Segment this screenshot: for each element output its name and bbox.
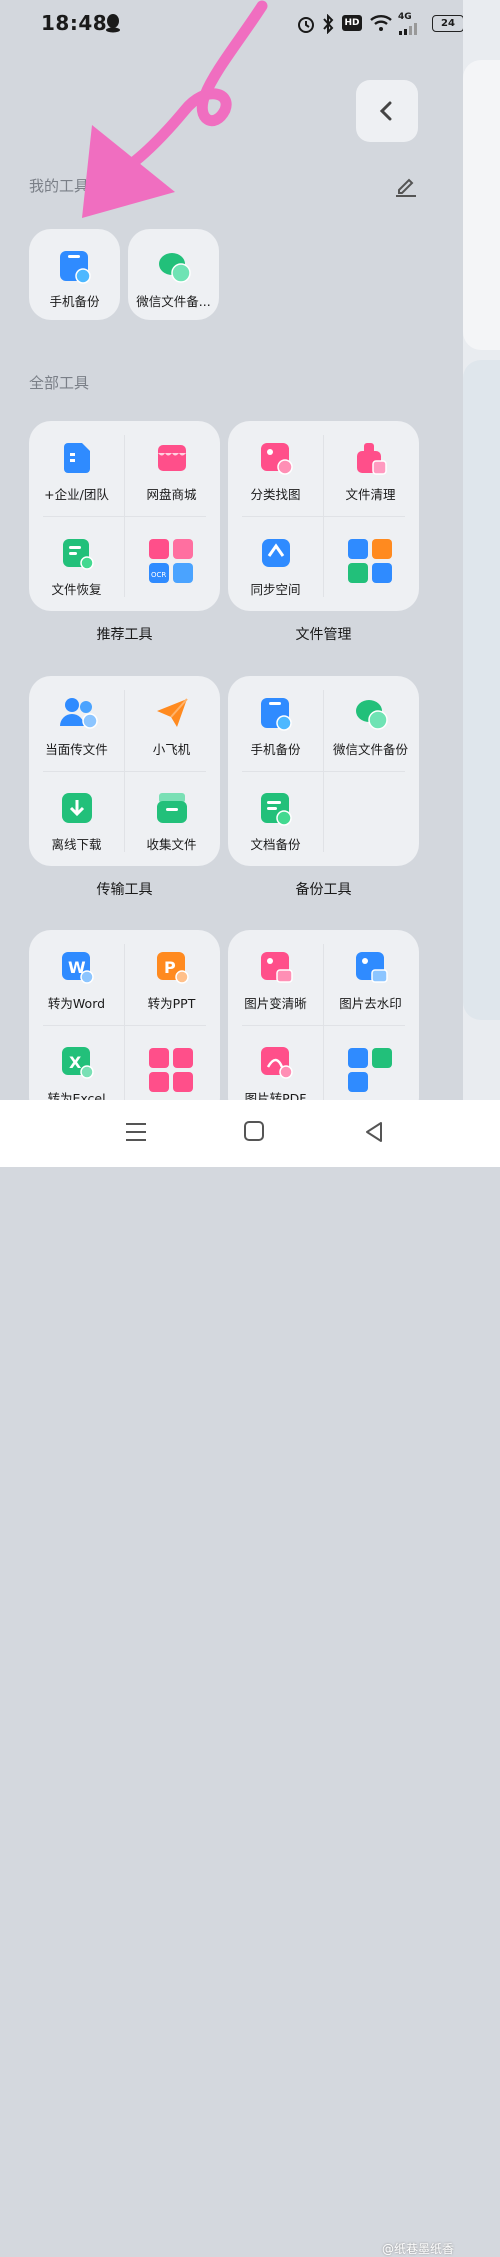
- tool-ppt-convert[interactable]: P 转为PPT: [124, 930, 219, 1025]
- battery-indicator: 24: [432, 15, 464, 32]
- status-time: 18:48: [41, 11, 108, 35]
- more-tools-grid-icon: [345, 536, 397, 592]
- tool-label: 转为PPT: [147, 996, 196, 1011]
- wechat-file-backup-icon: [354, 696, 388, 736]
- sync-space-icon: [259, 536, 293, 574]
- tool-label: 同步空间: [250, 582, 301, 597]
- tool-group-file-management: 分类找图 文件清理 同步空间: [228, 421, 419, 611]
- tools-screen: 18:48 HD 4G 24 我的工具 手机备份 微信文件备... 全部工具 +…: [0, 0, 465, 1120]
- my-tool-phone-backup[interactable]: 手机备份: [29, 229, 120, 320]
- system-nav-bar: @纸巷墨纸香: [0, 1100, 500, 2256]
- alarm-icon: [296, 14, 316, 38]
- file-cleanup-icon: [354, 441, 388, 479]
- offline-download-icon: [60, 791, 94, 829]
- back-button[interactable]: [356, 80, 418, 142]
- tool-label: 网盘商城: [146, 487, 197, 502]
- tool-group-transfer: 当面传文件 小飞机 离线下载 收集文件: [29, 676, 220, 866]
- group-title-recommended: 推荐工具: [96, 627, 153, 643]
- phone-backup-icon: [58, 249, 92, 289]
- all-tools-title: 全部工具: [29, 374, 90, 392]
- collect-files-icon: [155, 791, 189, 829]
- photo-category-icon: [259, 441, 293, 479]
- back-nav-icon[interactable]: [363, 1120, 385, 1148]
- adjacent-page-sliver: [463, 0, 500, 1100]
- tool-sync-space[interactable]: 同步空间: [228, 516, 323, 611]
- netdisk-store-icon: [155, 441, 189, 479]
- tool-photo-category[interactable]: 分类找图: [228, 421, 323, 516]
- phone-backup-icon: [259, 696, 293, 736]
- tool-label: 离线下载: [51, 837, 102, 852]
- tool-file-recovery[interactable]: 文件恢复: [29, 516, 124, 611]
- paper-plane-icon: [155, 696, 189, 734]
- ppt-convert-icon: P: [155, 950, 189, 988]
- group-title-transfer: 传输工具: [96, 882, 153, 898]
- tool-label: 转为Word: [47, 996, 106, 1011]
- document-backup-icon: [259, 791, 293, 831]
- tool-more-grid[interactable]: [323, 516, 418, 611]
- tool-label: 小飞机: [152, 742, 191, 757]
- watermark-text: @纸巷墨纸香: [382, 2242, 455, 2256]
- tool-watermark-remove[interactable]: 图片去水印: [323, 930, 418, 1025]
- more-tools-grid-icon: [146, 1045, 198, 1101]
- tool-face-to-face-transfer[interactable]: 当面传文件: [29, 676, 124, 771]
- chevron-left-icon: [379, 101, 392, 121]
- group-title-file-management: 文件管理: [295, 627, 352, 643]
- tool-image-hd[interactable]: 图片变清晰: [228, 930, 323, 1025]
- tool-document-backup[interactable]: 文档备份: [228, 771, 323, 866]
- tool-wechat-file-backup[interactable]: 微信文件备份: [323, 676, 418, 771]
- tool-label: +企业/团队: [44, 487, 109, 502]
- tool-label: 文件恢复: [51, 582, 102, 597]
- tool-label: 微信文件备份: [332, 742, 408, 757]
- tool-collect-files[interactable]: 收集文件: [124, 771, 219, 866]
- tool-label: 收集文件: [146, 837, 197, 852]
- wifi-icon: [369, 14, 393, 36]
- watermark-remove-icon: [354, 950, 388, 988]
- tool-enterprise-team[interactable]: +企业/团队: [29, 421, 124, 516]
- more-tools-grid-icon: [345, 1045, 397, 1101]
- tool-label: 文档备份: [250, 837, 301, 852]
- my-tool-label: 微信文件备...: [136, 294, 211, 309]
- face-to-face-transfer-icon: [60, 696, 100, 734]
- bluetooth-icon: [321, 13, 335, 38]
- group-title-backup: 备份工具: [295, 882, 352, 898]
- more-tools-grid-icon: OCR: [146, 536, 198, 592]
- svg-text:X: X: [69, 1053, 82, 1072]
- my-tool-wechat-backup[interactable]: 微信文件备...: [128, 229, 219, 320]
- edit-icon[interactable]: [393, 172, 419, 202]
- tool-paper-plane[interactable]: 小飞机: [124, 676, 219, 771]
- qq-icon: [104, 13, 122, 37]
- word-convert-icon: W: [60, 950, 94, 988]
- tool-label: 图片去水印: [339, 996, 402, 1011]
- tool-offline-download[interactable]: 离线下载: [29, 771, 124, 866]
- my-tool-label: 手机备份: [49, 294, 100, 309]
- tool-group-image: 图片变清晰 图片去水印 图片转PDF: [228, 930, 419, 1120]
- svg-text:P: P: [164, 958, 176, 977]
- enterprise-team-icon: [60, 441, 94, 479]
- image-hd-icon: [259, 950, 293, 988]
- wechat-file-backup-icon: [157, 249, 191, 289]
- tool-group-backup: 手机备份 微信文件备份 文档备份: [228, 676, 419, 866]
- home-icon[interactable]: [243, 1120, 265, 1146]
- tool-netdisk-store[interactable]: 网盘商城: [124, 421, 219, 516]
- excel-convert-icon: X: [60, 1045, 94, 1083]
- tool-label: 手机备份: [250, 742, 301, 757]
- tool-phone-backup[interactable]: 手机备份: [228, 676, 323, 771]
- tool-word-convert[interactable]: W 转为Word: [29, 930, 124, 1025]
- signal-icon: [398, 20, 422, 39]
- tool-group-convert: W 转为Word P 转为PPT X 转为Excel: [29, 930, 220, 1120]
- image-to-pdf-icon: [259, 1045, 293, 1083]
- tool-group-recommended: +企业/团队 网盘商城 文件恢复 OCR: [29, 421, 220, 611]
- svg-text:OCR: OCR: [151, 571, 166, 579]
- file-recovery-icon: [60, 536, 94, 574]
- tool-label: 图片变清晰: [244, 996, 307, 1011]
- my-tools-title: 我的工具: [29, 177, 90, 195]
- hd-icon: HD: [342, 15, 362, 31]
- tool-more-grid[interactable]: OCR: [124, 516, 219, 611]
- status-bar: 18:48 HD 4G 24: [0, 0, 500, 50]
- tool-label: 当面传文件: [45, 742, 108, 757]
- tool-label: 文件清理: [345, 487, 396, 502]
- tool-file-cleanup[interactable]: 文件清理: [323, 421, 418, 516]
- menu-icon[interactable]: [124, 1120, 148, 1148]
- tool-label: 分类找图: [250, 487, 301, 502]
